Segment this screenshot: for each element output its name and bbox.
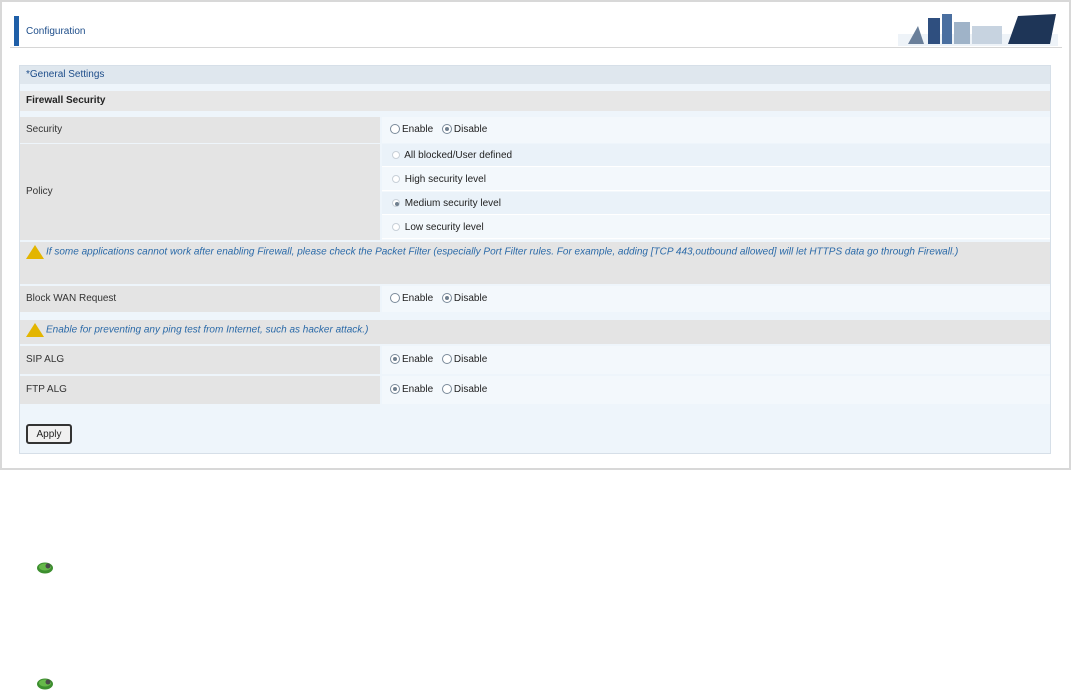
sip-alg-disable-option[interactable]: Disable <box>441 346 488 374</box>
policy-note: If some applications cannot work after e… <box>20 242 1050 284</box>
sip-alg-disable-radio[interactable] <box>441 354 452 365</box>
ftp-alg-enable-option[interactable]: Enable <box>390 376 433 404</box>
security-options: Enable Disable <box>382 117 1050 143</box>
ftp-alg-disable-option[interactable]: Disable <box>441 376 488 404</box>
policy-label-low: Low security level <box>404 222 484 233</box>
security-disable-label: Disable <box>453 124 488 135</box>
sip-alg-options: Enable Disable <box>382 346 1050 374</box>
policy-option-medium[interactable]: Medium security level <box>382 192 1050 215</box>
policy-radio-low[interactable] <box>392 223 400 232</box>
ftp-alg-row: FTP ALG Enable Disable <box>20 376 1050 404</box>
apply-button[interactable]: Apply <box>26 424 72 444</box>
ftp-alg-options: Enable Disable <box>382 376 1050 404</box>
policy-radio-medium[interactable] <box>392 199 400 208</box>
policy-option-low[interactable]: Low security level <box>382 216 1050 239</box>
ftp-alg-enable-radio[interactable] <box>390 384 400 395</box>
sip-alg-enable-label: Enable <box>402 354 434 365</box>
section-title: General Settings <box>29 69 105 80</box>
security-enable-option[interactable]: Enable <box>390 117 433 143</box>
block-wan-enable-label: Enable <box>402 293 434 304</box>
sip-alg-enable-radio[interactable] <box>390 354 400 365</box>
policy-options: All blocked/User defined High security l… <box>382 144 1050 240</box>
security-disable-radio[interactable] <box>441 124 452 135</box>
warning-icon <box>26 323 44 337</box>
ftp-alg-label: FTP ALG <box>20 376 380 404</box>
security-disable-option[interactable]: Disable <box>441 117 488 143</box>
section-header: *General Settings <box>20 66 1050 84</box>
block-wan-note: Enable for preventing any ping test from… <box>20 320 1050 344</box>
sip-alg-disable-label: Disable <box>453 354 488 365</box>
green-gear-icon <box>37 678 53 690</box>
block-wan-label: Block WAN Request <box>20 286 380 312</box>
header: Configuration <box>10 8 1062 48</box>
settings-panel: *General Settings Firewall Security Secu… <box>19 65 1051 454</box>
block-wan-options: Enable Disable <box>382 286 1050 312</box>
security-enable-radio[interactable] <box>390 124 400 135</box>
green-gear-icon <box>37 562 53 574</box>
policy-radio-all-blocked[interactable] <box>392 151 400 160</box>
ftp-alg-enable-label: Enable <box>402 384 434 395</box>
configuration-frame: Configuration *General Settings Firewall… <box>0 0 1071 470</box>
page-title: Configuration <box>26 26 86 37</box>
security-row: Security Enable Disable <box>20 117 1050 143</box>
policy-option-high[interactable]: High security level <box>382 168 1050 191</box>
block-wan-enable-radio[interactable] <box>390 293 400 304</box>
block-wan-disable-label: Disable <box>453 293 488 304</box>
block-wan-row: Block WAN Request Enable Disable <box>20 286 1050 312</box>
security-enable-label: Enable <box>402 124 434 135</box>
security-label: Security <box>20 117 380 143</box>
warning-icon <box>26 245 44 259</box>
ftp-alg-disable-radio[interactable] <box>441 384 452 395</box>
policy-option-all-blocked[interactable]: All blocked/User defined <box>382 144 1050 167</box>
group-header-firewall: Firewall Security <box>20 91 1050 111</box>
banner-graphic-icon <box>898 14 1058 46</box>
block-wan-enable-option[interactable]: Enable <box>390 286 433 312</box>
ftp-alg-disable-label: Disable <box>453 384 488 395</box>
block-wan-note-text: Enable for preventing any ping test from… <box>46 324 369 336</box>
policy-label-medium: Medium security level <box>404 198 501 209</box>
sip-alg-label: SIP ALG <box>20 346 380 374</box>
policy-label-all-blocked: All blocked/User defined <box>404 150 513 161</box>
sip-alg-enable-option[interactable]: Enable <box>390 346 433 374</box>
policy-radio-high[interactable] <box>392 175 400 184</box>
header-accent-bar <box>14 16 19 46</box>
sip-alg-row: SIP ALG Enable Disable <box>20 346 1050 374</box>
block-wan-disable-radio[interactable] <box>441 293 452 304</box>
policy-label: Policy <box>20 144 380 240</box>
policy-label-high: High security level <box>404 174 486 185</box>
block-wan-disable-option[interactable]: Disable <box>441 286 488 312</box>
policy-row: Policy All blocked/User defined High sec… <box>20 144 1050 240</box>
policy-note-text: If some applications cannot work after e… <box>46 246 959 258</box>
